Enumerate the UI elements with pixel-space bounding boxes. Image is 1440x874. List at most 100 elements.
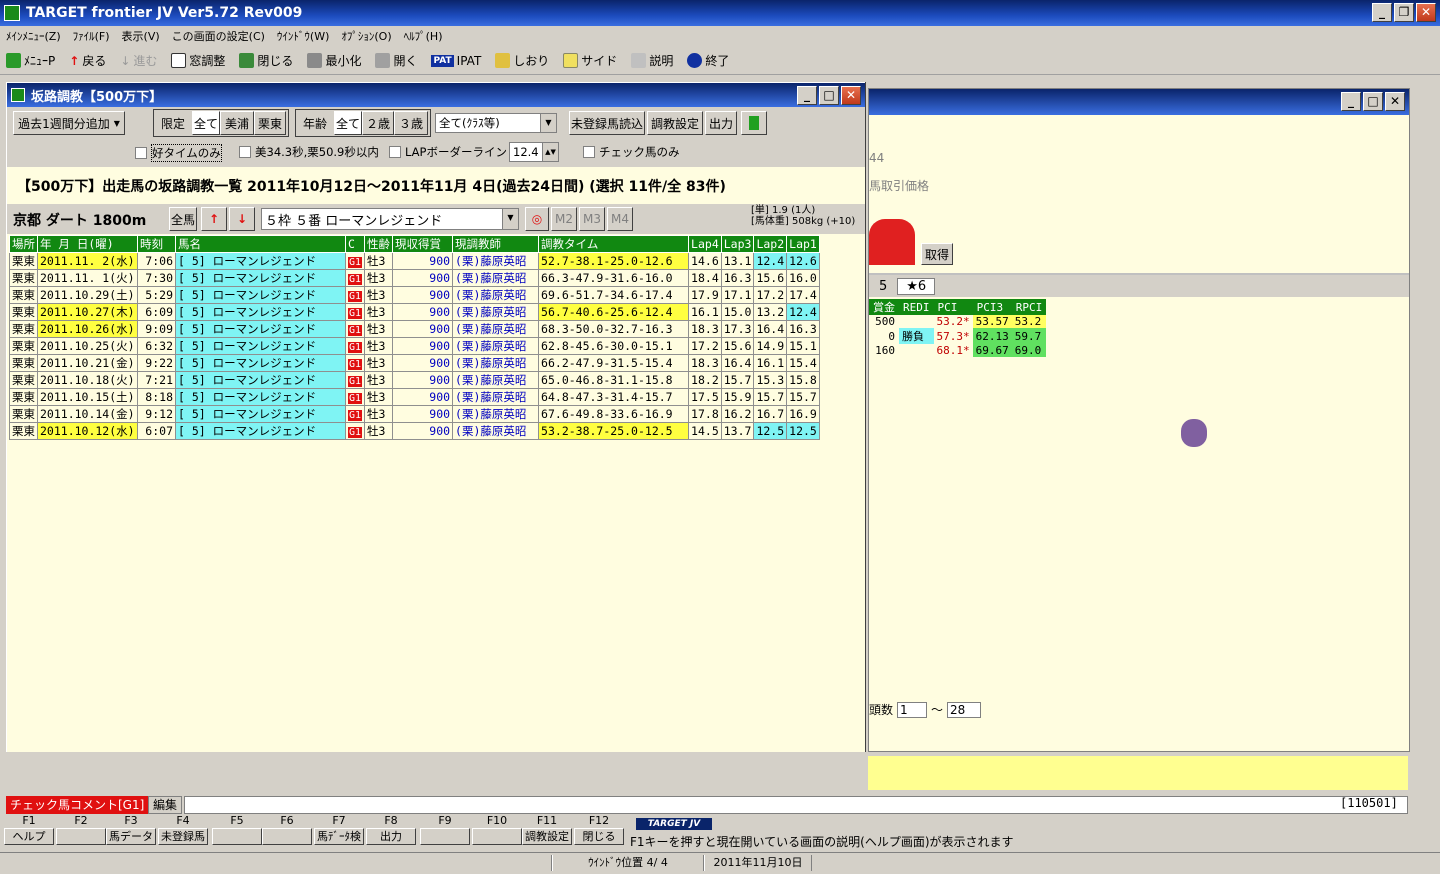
tab-6[interactable]: ★6	[897, 277, 936, 295]
limit-miho-button[interactable]: 美浦	[220, 111, 254, 135]
edit-button[interactable]: 編集	[148, 796, 183, 814]
bg-minimize-button[interactable]: _	[1341, 92, 1361, 111]
menu-file[interactable]: ﾌｧｲﾙ(F)	[67, 28, 116, 44]
m2-button[interactable]: M2	[551, 207, 577, 231]
side-button[interactable]: サイド	[563, 52, 617, 69]
fkey-f3[interactable]: F3 馬データ	[106, 814, 156, 846]
menu-main[interactable]: ﾒｲﾝﾒﾆｭｰ(Z)	[0, 28, 67, 44]
fkey-f1[interactable]: F1 ヘルプ	[4, 814, 54, 846]
table-row[interactable]: 栗東 2011.10.12(水) 6:07[ 5] ローマンレジェンド G1 牡3 900…	[9, 422, 820, 440]
restore-button[interactable]: ❐	[1394, 3, 1414, 22]
header-time[interactable]: 時刻	[137, 235, 176, 253]
menu-view[interactable]: 表示(V)	[116, 28, 166, 44]
header-place[interactable]: 場所	[9, 235, 38, 253]
fkey-f10[interactable]: F10	[472, 814, 522, 846]
open-button[interactable]: 開く	[375, 52, 417, 69]
window-adjust-button[interactable]: 窓調整	[171, 52, 225, 69]
bg-close-button[interactable]: ✕	[1385, 92, 1405, 111]
spinner-icon[interactable]: ▲▼	[542, 143, 558, 161]
output-button[interactable]: 出力	[705, 111, 737, 135]
train-settings-button[interactable]: 調教設定	[647, 111, 703, 135]
header-lap4[interactable]: Lap4	[688, 235, 722, 253]
limit-ritto-button[interactable]: 栗東	[254, 111, 286, 135]
header-date[interactable]: 年 月 日(曜)	[37, 235, 138, 253]
lap-border-checkbox[interactable]: LAPボーダーライン	[389, 144, 507, 160]
all-horses-button[interactable]: 全馬	[169, 207, 197, 231]
tab-5[interactable]: 5	[869, 279, 897, 294]
fkey-f11[interactable]: F11 調教設定	[522, 814, 572, 846]
lap-border-input[interactable]: 12.4 ▲▼	[509, 142, 559, 162]
prev-horse-button[interactable]: ↑	[201, 207, 227, 231]
fkey-f2[interactable]: F2	[56, 814, 106, 846]
m3-button[interactable]: M3	[579, 207, 605, 231]
exit-door-button[interactable]	[741, 111, 767, 135]
age-2-button[interactable]: ２歳	[362, 111, 394, 135]
header-lap2[interactable]: Lap2	[753, 235, 788, 253]
fkey-f5[interactable]: F5	[212, 814, 262, 846]
check-comment-tab[interactable]: チェック馬コメント[G1]	[6, 796, 149, 814]
header-trainer[interactable]: 現調教師	[452, 235, 540, 253]
limit-all-button[interactable]: 全て	[192, 111, 220, 135]
table-row[interactable]: 栗東 2011.10.29(土) 5:29[ 5] ローマンレジェンド G1 牡3 900…	[9, 286, 820, 304]
minimize-all-button[interactable]: 最小化	[307, 52, 361, 69]
fkey-f12[interactable]: F12 閉じる	[574, 814, 624, 846]
cell-horse-name: [ 5] ローマンレジェンド	[175, 371, 346, 389]
horse-select[interactable]: ５枠 ５番 ローマンレジェンド ▼	[261, 208, 519, 230]
header-earnings[interactable]: 現収得賞	[392, 235, 454, 253]
fkey-f8[interactable]: F8 出力	[366, 814, 416, 846]
read-unregistered-button[interactable]: 未登録馬読込	[569, 111, 645, 135]
table-row[interactable]: 栗東 2011.10.15(土) 8:18[ 5] ローマンレジェンド G1 牡3 900…	[9, 388, 820, 406]
menu-window[interactable]: ｳｲﾝﾄﾞｳ(W)	[271, 28, 335, 44]
header-lap1[interactable]: Lap1	[786, 235, 820, 253]
header-class[interactable]: C	[344, 235, 366, 253]
table-row[interactable]: 栗東 2011.10.27(木) 6:09[ 5] ローマンレジェンド G1 牡3 900…	[9, 303, 820, 321]
table-row[interactable]: 栗東 2011.10.25(火) 6:32[ 5] ローマンレジェンド G1 牡3 900…	[9, 337, 820, 355]
close-window-button[interactable]: 閉じる	[239, 52, 293, 69]
help-button[interactable]: 説明	[631, 52, 673, 69]
win-close-button[interactable]: ✕	[841, 86, 861, 105]
miho-ritto-checkbox[interactable]: 美34.3秒,栗50.9秒以内	[239, 144, 379, 160]
bg-maximize-button[interactable]: □	[1363, 92, 1383, 111]
table-row[interactable]: 栗東 2011.10.21(金) 9:22[ 5] ローマンレジェンド G1 牡3 900…	[9, 354, 820, 372]
menu-screen-settings[interactable]: この画面の設定(C)	[166, 28, 271, 44]
forward-button[interactable]: ↓ 進む	[120, 52, 157, 69]
win-minimize-button[interactable]: _	[797, 86, 817, 105]
header-training-time[interactable]: 調教タイム	[538, 235, 690, 253]
menu-help[interactable]: ﾍﾙﾌﾟ(H)	[398, 28, 449, 44]
next-horse-button[interactable]: ↓	[229, 207, 255, 231]
m4-button[interactable]: M4	[607, 207, 633, 231]
win-maximize-button[interactable]: □	[819, 86, 839, 105]
bookmark-button[interactable]: しおり	[495, 52, 549, 69]
table-row[interactable]: 栗東 2011.10.14(金) 9:12[ 5] ローマンレジェンド G1 牡3 900…	[9, 405, 820, 423]
menu-options[interactable]: ｵﾌﾟｼｮﾝ(O)	[335, 28, 397, 44]
fkey-f6[interactable]: F6	[262, 814, 312, 846]
add-week-button[interactable]: 過去1週間分追加 ▼	[13, 111, 125, 135]
check-only-checkbox[interactable]: チェック馬のみ	[583, 144, 680, 160]
back-button[interactable]: ↑ 戻る	[69, 52, 106, 69]
close-button[interactable]: ✕	[1416, 3, 1436, 22]
age-3-button[interactable]: ３歳	[394, 111, 428, 135]
exit-button[interactable]: 終了	[687, 52, 729, 69]
head-count-from[interactable]: 1	[897, 701, 928, 718]
header-horse-name[interactable]: 馬名	[175, 235, 346, 253]
fkey-f7[interactable]: F7 馬ﾃﾞｰﾀ検	[314, 814, 364, 846]
menu-button[interactable]: ﾒﾆｭｰP	[6, 52, 55, 69]
age-all-button[interactable]: 全て	[334, 111, 362, 135]
table-row[interactable]: 栗東 2011.11. 1(火) 7:30[ 5] ローマンレジェンド G1 牡3 900…	[9, 269, 820, 287]
fkey-f4[interactable]: F4 未登録馬	[158, 814, 208, 846]
fkey-f9[interactable]: F9	[420, 814, 470, 846]
table-row[interactable]: 栗東 2011.10.26(水) 9:09[ 5] ローマンレジェンド G1 牡3 900…	[9, 320, 820, 338]
minimize-button[interactable]: _	[1372, 3, 1392, 22]
class-select[interactable]: 全て(ｸﾗｽ等) ▼	[435, 113, 557, 133]
table-row[interactable]: 栗東 2011.11. 2(水) 7:06[ 5] ローマンレジェンド G1 牡3 900…	[9, 252, 820, 270]
table-row[interactable]: 栗東 2011.10.18(火) 7:21[ 5] ローマンレジェンド G1 牡3 900…	[9, 371, 820, 389]
head-count-to[interactable]: 28	[947, 701, 982, 718]
good-time-checkbox[interactable]: 好タイムのみ	[135, 144, 222, 162]
target-button[interactable]: ◎	[525, 207, 549, 231]
cell-training-time: 53.2-38.7-25.0-12.5	[538, 422, 690, 440]
header-sex-age[interactable]: 性齢	[364, 235, 394, 253]
header-lap3[interactable]: Lap3	[720, 235, 755, 253]
limit-label: 限定	[156, 111, 190, 135]
acquire-button[interactable]: 取得	[921, 243, 954, 265]
ipat-button[interactable]: PAT IPAT	[431, 54, 481, 68]
